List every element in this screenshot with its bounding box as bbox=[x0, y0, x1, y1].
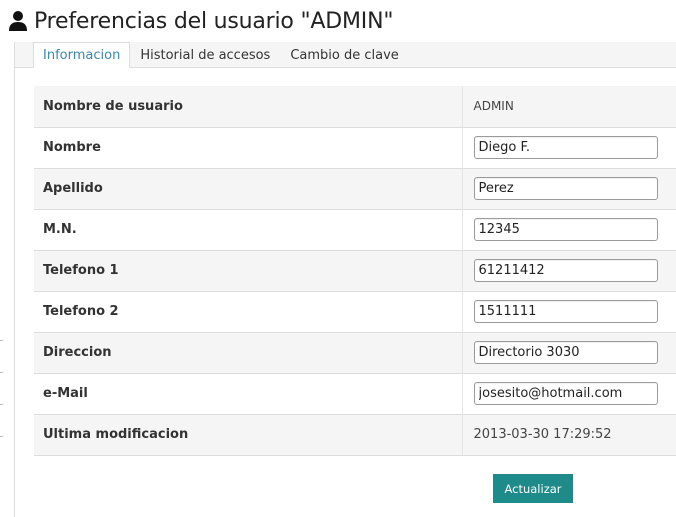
table-row: Telefono 2 bbox=[34, 290, 676, 332]
nombre-field[interactable] bbox=[473, 136, 658, 159]
apellido-field[interactable] bbox=[473, 177, 658, 200]
telefono-1-field[interactable] bbox=[473, 259, 658, 282]
tab-informacion[interactable]: Informacion bbox=[33, 42, 131, 68]
direccion-field[interactable] bbox=[473, 341, 658, 364]
rail-tick bbox=[0, 372, 3, 373]
tab-cambio-de-clave[interactable]: Cambio de clave bbox=[280, 42, 408, 68]
table-row: Nombre bbox=[34, 126, 676, 168]
page-title: Preferencias del usuario "ADMIN" bbox=[34, 8, 394, 34]
preferences-panel: Informacion Historial de accesos Cambio … bbox=[14, 42, 676, 517]
email-label: e-Mail bbox=[34, 372, 463, 414]
user-icon bbox=[8, 10, 28, 32]
table-row: Ultima modificacion 2013-03-30 17:29:52 bbox=[34, 413, 676, 456]
nombre-label: Nombre bbox=[34, 126, 463, 168]
telefono-2-label: Telefono 2 bbox=[34, 290, 463, 332]
telefono-1-label: Telefono 1 bbox=[34, 249, 463, 291]
table-row: Direccion bbox=[34, 331, 676, 373]
table-row: Telefono 1 bbox=[34, 249, 676, 291]
table-row: M.N. bbox=[34, 208, 676, 250]
email-field[interactable] bbox=[473, 382, 658, 405]
rail-tick bbox=[0, 404, 3, 405]
username-label: Nombre de usuario bbox=[34, 86, 463, 127]
table-row: Nombre de usuario ADMIN bbox=[34, 86, 676, 127]
tab-bar: Informacion Historial de accesos Cambio … bbox=[33, 42, 409, 68]
ultima-modificacion-label: Ultima modificacion bbox=[34, 413, 463, 456]
mn-label: M.N. bbox=[34, 208, 463, 250]
actualizar-button[interactable]: Actualizar bbox=[493, 474, 573, 503]
username-value: ADMIN bbox=[473, 98, 514, 113]
table-row: e-Mail bbox=[34, 372, 676, 414]
apellido-label: Apellido bbox=[34, 167, 463, 209]
ultima-modificacion-value: 2013-03-30 17:29:52 bbox=[473, 427, 612, 442]
direccion-label: Direccion bbox=[34, 331, 463, 373]
mn-field[interactable] bbox=[473, 218, 658, 241]
telefono-2-field[interactable] bbox=[473, 300, 658, 323]
tab-historial-de-accesos[interactable]: Historial de accesos bbox=[130, 42, 280, 68]
user-info-table: Nombre de usuario ADMIN Nombre Apellido … bbox=[34, 86, 676, 456]
rail-tick bbox=[0, 340, 3, 341]
table-row: Apellido bbox=[34, 167, 676, 209]
page-header: Preferencias del usuario "ADMIN" bbox=[8, 6, 393, 36]
left-rail bbox=[0, 0, 10, 517]
rail-tick bbox=[0, 436, 3, 437]
